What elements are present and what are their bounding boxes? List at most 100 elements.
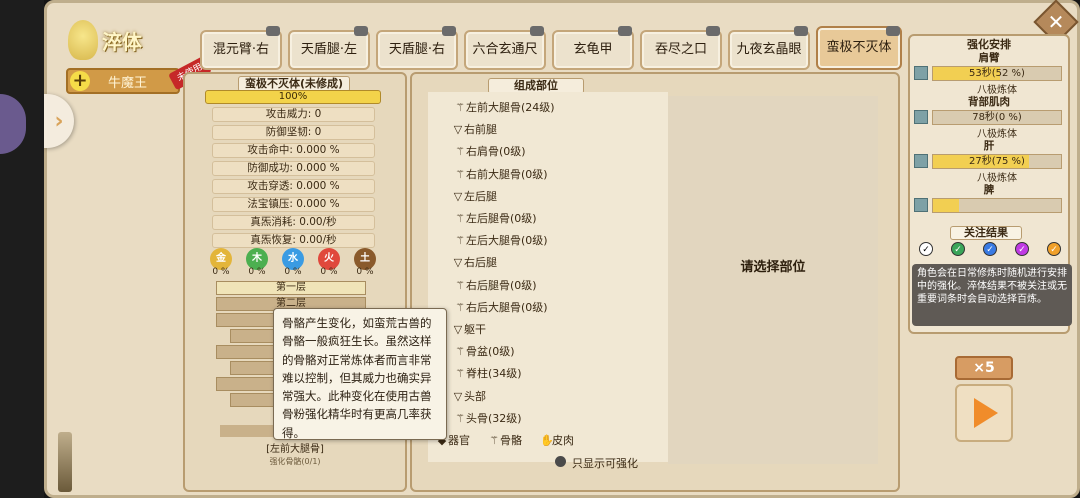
- arrangement-value: 53秒(52 %): [969, 68, 1025, 79]
- arrangement-header: 强化安排: [967, 38, 1011, 51]
- refine-progress-bar: 100%: [205, 90, 381, 104]
- screen-edge: [0, 0, 44, 498]
- tree-item[interactable]: ⚚左后腿骨(0级): [454, 210, 537, 226]
- tab-4[interactable]: 玄龟甲: [552, 30, 634, 70]
- element-pct: 0 %: [212, 267, 230, 277]
- legend-flesh-label: 皮肉: [552, 434, 574, 447]
- bone-icon: ⚚: [455, 345, 465, 359]
- tab-6[interactable]: 九夜玄晶眼: [728, 30, 810, 70]
- focus-check-icon[interactable]: ✓: [919, 242, 933, 256]
- arrangement-icon[interactable]: [914, 154, 928, 168]
- bone-icon: ⚚: [455, 145, 465, 159]
- stat-row: 法宝镇压: 0.000 %: [212, 197, 375, 212]
- lock-icon: [886, 26, 900, 36]
- tree-item[interactable]: ⚚脊柱(34级): [454, 365, 522, 381]
- stat-row: 真炁消耗: 0.00/秒: [212, 215, 375, 230]
- tab-2[interactable]: 天盾腿·右: [376, 30, 458, 70]
- arrangement-bar-fill: [933, 199, 959, 212]
- legend-bone[interactable]: ⚚骨骼: [488, 432, 522, 448]
- tree-item[interactable]: ⚚左后大腿骨(0级): [454, 232, 548, 248]
- tree-item[interactable]: ⚚骨盆(0级): [454, 343, 515, 359]
- tree-group-label[interactable]: ▽ 右前腿: [452, 121, 497, 137]
- tree-group-label[interactable]: ▽ 右后腿: [452, 254, 497, 270]
- character-name: 牛魔王: [108, 76, 148, 91]
- bone-icon: ⚚: [455, 234, 465, 248]
- bone-icon: ⚚: [455, 167, 465, 181]
- focus-check-icon[interactable]: ✓: [951, 242, 965, 256]
- expand-triangle-icon: ▽: [453, 389, 463, 403]
- bone-icon: ⚚: [489, 434, 499, 447]
- focus-check-icon[interactable]: ✓: [1047, 242, 1061, 256]
- page-title: 淬体: [102, 30, 142, 54]
- stat-row: 攻击穿透: 0.000 %: [212, 179, 375, 194]
- lock-icon: [706, 26, 720, 36]
- tree-item[interactable]: ⚚头骨(32级): [454, 410, 522, 426]
- part-detail-area: [668, 96, 878, 464]
- legend-organ-label: 器官: [448, 434, 470, 447]
- tree-label: 头部: [464, 389, 486, 403]
- tree-label: 左前大腿骨(24级): [466, 101, 555, 114]
- tree-item[interactable]: ⚚右后腿骨(0级): [454, 277, 537, 293]
- tree-label: 右肩骨(0级): [466, 145, 526, 159]
- tree-group-label[interactable]: ▽ 左后腿: [452, 188, 497, 204]
- arrangement-value: 27秒(75 %): [969, 156, 1025, 167]
- tab-5[interactable]: 吞尽之口: [640, 30, 722, 70]
- arrangement-icon[interactable]: [914, 110, 928, 124]
- tree-group-label[interactable]: ▽ 躯干: [452, 321, 486, 337]
- lock-icon: [442, 26, 456, 36]
- expand-triangle-icon: ▽: [453, 189, 463, 203]
- tree-label: 右后大腿骨(0级): [466, 300, 548, 314]
- stat-row: 攻击命中: 0.000 %: [212, 143, 375, 158]
- tree-label: 脊柱(34级): [466, 367, 522, 381]
- body-refine-icon: [68, 20, 98, 60]
- part-tooltip: 骨骼产生变化，如蛮荒古兽的骨骼一般疯狂生长。虽然这样的骨骼对正常炼体者而言非常难…: [273, 308, 447, 440]
- lock-icon: [354, 26, 368, 36]
- element-pct: 0 %: [320, 267, 338, 277]
- add-character-icon[interactable]: +: [70, 71, 90, 91]
- focus-check-icon[interactable]: ✓: [983, 242, 997, 256]
- tree-label: 右后腿: [464, 256, 497, 270]
- stat-row: 防御坚韧: 0: [212, 125, 375, 140]
- tree-label: 躯干: [464, 323, 486, 336]
- tree-label: 左后腿: [464, 189, 497, 203]
- bone-icon: ⚚: [455, 212, 465, 225]
- tab-1[interactable]: 天盾腿·左: [288, 30, 370, 70]
- tab-3[interactable]: 六合玄通尺: [464, 30, 546, 70]
- bone-icon: ⚚: [455, 101, 465, 114]
- stat-row: 攻击威力: 0: [212, 107, 375, 122]
- tree-group-label[interactable]: ▽ 头部: [452, 388, 486, 404]
- arrangement-icon[interactable]: [914, 198, 928, 212]
- arrangement-name: 肩臂: [978, 52, 1000, 64]
- element-pct: 0 %: [356, 267, 374, 277]
- focus-header: 关注结果: [950, 226, 1022, 240]
- legend-bone-label: 骨骼: [500, 434, 522, 447]
- element-pct: 0 %: [248, 267, 266, 277]
- arrangement-name: 肝: [983, 140, 995, 152]
- multiplier-button[interactable]: ×5: [955, 356, 1013, 380]
- tab-0[interactable]: 混元臂·右: [200, 30, 282, 70]
- only-show-radio[interactable]: [555, 456, 566, 467]
- tree-item[interactable]: ⚚右前大腿骨(0级): [454, 166, 548, 182]
- arrangement-name: 背部肌肉: [968, 96, 1010, 108]
- tree-item[interactable]: ⚚右肩骨(0级): [454, 143, 526, 159]
- play-icon[interactable]: [974, 398, 998, 428]
- stat-row: 防御成功: 0.000 %: [212, 161, 375, 176]
- lock-icon: [618, 26, 632, 36]
- expand-triangle-icon: ▽: [453, 323, 463, 336]
- tree-label: 左后大腿骨(0级): [466, 234, 548, 248]
- legend-flesh[interactable]: ✋皮肉: [540, 432, 574, 448]
- arrangement-icon[interactable]: [914, 66, 928, 80]
- lock-icon: [266, 26, 280, 36]
- selected-part-progress: 强化骨骼(0/1): [269, 457, 321, 466]
- expand-triangle-icon: ▽: [453, 256, 463, 270]
- arrangement-note: 角色会在日常修炼时随机进行安排中的强化。淬体结果不被关注或无重要词条时会自动选择…: [912, 264, 1072, 326]
- layer-item[interactable]: 第一层: [216, 281, 366, 295]
- tree-label: 头骨(32级): [466, 411, 522, 425]
- tree-item[interactable]: ⚚右后大腿骨(0级): [454, 299, 548, 315]
- select-part-prompt: 请选择部位: [740, 260, 806, 275]
- tree-label: 右前大腿骨(0级): [466, 167, 548, 181]
- bone-icon: ⚚: [455, 278, 465, 292]
- tree-label: 右前腿: [464, 123, 497, 137]
- focus-check-icon[interactable]: ✓: [1015, 242, 1029, 256]
- tree-item[interactable]: ⚚左前大腿骨(24级): [454, 99, 555, 115]
